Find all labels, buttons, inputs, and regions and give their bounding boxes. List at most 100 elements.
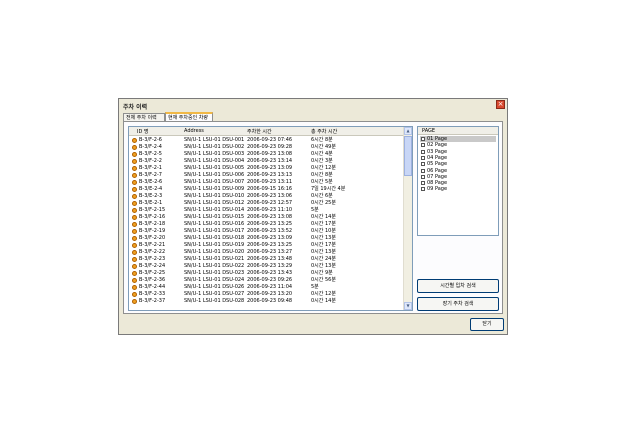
page-item-label: 07 Page (427, 173, 448, 180)
page-item-label: 03 Page (427, 148, 448, 155)
column-header-parked-time[interactable]: 주차한 시간 (247, 128, 272, 135)
page-item[interactable]: 09 Page (420, 186, 496, 192)
cell-id: B-3/F-2-37 (139, 298, 166, 304)
title-bar[interactable]: 주차 이력 × (119, 99, 507, 111)
column-header-id[interactable]: ID 명 (137, 128, 149, 135)
cell-id: B-3/F-2-23 (139, 256, 166, 262)
table-row[interactable]: B-3/F-2-20 SN/U-1 LSU-01 DSU-018 2006-09-2… (129, 235, 405, 242)
cell-parked-time: 2006-09-23 13:25 (247, 242, 293, 248)
table-row[interactable]: B-3/E-2-3 SN/U-1 LSU-01 DSU-010 2006-09-23… (129, 193, 405, 200)
car-icon (132, 208, 137, 213)
cell-address: SN/U-1 LSU-01 DSU-026 (184, 284, 245, 290)
page-item[interactable]: 03 Page (420, 149, 496, 155)
tab-all-history[interactable]: 전체 주차 이력 (123, 113, 165, 121)
cell-address: SN/U-1 LSU-01 DSU-003 (184, 151, 245, 157)
cell-id: B-3/F-2-21 (139, 242, 166, 248)
page-item[interactable]: 04 Page (420, 155, 496, 161)
parking-list[interactable]: ID 명 Address 주차한 시간 총 주차 시간 B-3/F-2-6 SN/… (128, 126, 413, 311)
close-button[interactable]: 닫기 (470, 318, 504, 331)
car-icon (132, 278, 137, 283)
car-icon (132, 201, 137, 206)
page-list[interactable]: PAGE 01 Page 02 Page 03 Page 04 Page 05 Page… (417, 126, 499, 236)
page-item[interactable]: 07 Page (420, 174, 496, 180)
table-row[interactable]: B-3/F-2-18 SN/U-1 LSU-01 DSU-016 2006-09-2… (129, 221, 405, 228)
page-icon (421, 168, 425, 173)
page-item[interactable]: 05 Page (420, 161, 496, 167)
table-row[interactable]: B-3/F-2-4 SN/U-1 LSU-01 DSU-002 2006-09-23… (129, 144, 405, 151)
cell-address: SN/U-1 LSU-01 DSU-016 (184, 221, 245, 227)
cell-parked-time: 2006-09-23 11:04 (247, 284, 293, 290)
page-item[interactable]: 06 Page (420, 168, 496, 174)
table-row[interactable]: B-3/F-2-21 SN/U-1 LSU-01 DSU-019 2006-09-2… (129, 242, 405, 249)
time-search-button[interactable]: 시간별 입차 검색 (417, 279, 499, 293)
list-header: ID 명 Address 주차한 시간 총 주차 시간 (129, 127, 405, 136)
column-header-address[interactable]: Address (184, 128, 204, 134)
cell-total-time: 0시간 10분 (311, 228, 336, 234)
car-icon (132, 159, 137, 164)
list-scrollbar[interactable]: ▲ ▼ (403, 127, 412, 310)
cell-id: B-3/F-2-24 (139, 263, 166, 269)
table-row[interactable]: B-3/F-2-22 SN/U-1 LSU-01 DSU-020 2006-09-2… (129, 249, 405, 256)
cell-total-time: 0시간 13분 (311, 263, 336, 269)
table-row[interactable]: B-3/F-2-15 SN/U-1 LSU-01 DSU-014 2006-09-2… (129, 207, 405, 214)
cell-address: SN/U-1 LSU-01 DSU-024 (184, 277, 245, 283)
table-row[interactable]: B-3/F-2-5 SN/U-1 LSU-01 DSU-003 2006-09-23… (129, 151, 405, 158)
car-icon (132, 257, 137, 262)
page-item-label: 04 Page (427, 154, 448, 161)
table-row[interactable]: B-3/F-2-23 SN/U-1 LSU-01 DSU-021 2006-09-2… (129, 256, 405, 263)
cell-total-time: 0시간 14분 (311, 214, 336, 220)
car-icon (132, 222, 137, 227)
cell-address: SN/U-1 LSU-01 DSU-007 (184, 179, 245, 185)
table-row[interactable]: B-3/E-2-6 SN/U-1 LSU-01 DSU-007 2006-09-23… (129, 179, 405, 186)
table-row[interactable]: B-3/F-2-25 SN/U-1 LSU-01 DSU-023 2006-09-2… (129, 270, 405, 277)
page-item-label: 01 Page (427, 136, 448, 142)
cell-address: SN/U-1 LSU-01 DSU-023 (184, 270, 245, 276)
table-row[interactable]: B-3/F-2-36 SN/U-1 LSU-01 DSU-024 2006-09-2… (129, 277, 405, 284)
cell-id: B-3/F-2-7 (139, 172, 162, 178)
cell-total-time: 0시간 25분 (311, 200, 336, 206)
car-icon (132, 215, 137, 220)
cell-parked-time: 2006-09-23 11:10 (247, 207, 293, 213)
page-item-label: 02 Page (427, 142, 448, 149)
cell-total-time: 0시간 9분 (311, 270, 333, 276)
table-row[interactable]: B-3/F-2-1 SN/U-1 LSU-01 DSU-005 2006-09-23… (129, 165, 405, 172)
table-row[interactable]: B-3/F-2-7 SN/U-1 LSU-01 DSU-006 2006-09-23… (129, 172, 405, 179)
car-icon (132, 138, 137, 143)
column-header-total-time[interactable]: 총 주차 시간 (311, 128, 337, 135)
car-icon (132, 152, 137, 157)
table-row[interactable]: B-3/F-2-16 SN/U-1 LSU-01 DSU-015 2006-09-2… (129, 214, 405, 221)
scroll-down-icon[interactable]: ▼ (404, 302, 412, 310)
cell-parked-time: 2006-09-23 13:25 (247, 221, 293, 227)
parking-history-window: 주차 이력 × 전체 주차 이력 현재 주차중인 차량 ID 명 Address… (118, 98, 508, 335)
car-icon (132, 180, 137, 185)
close-icon[interactable]: × (496, 100, 505, 109)
table-row[interactable]: B-3/F-2-19 SN/U-1 LSU-01 DSU-017 2006-09-2… (129, 228, 405, 235)
table-row[interactable]: B-3/E-2-4 SN/U-1 LSU-01 DSU-009 2006-09-15… (129, 186, 405, 193)
cell-total-time: 0시간 14분 (311, 298, 336, 304)
cell-id: B-3/F-2-5 (139, 151, 162, 157)
long-term-search-button[interactable]: 장기 주차 검색 (417, 297, 499, 311)
page-item[interactable]: 01 Page (420, 136, 496, 142)
car-icon (132, 145, 137, 150)
page-item-label: 09 Page (427, 186, 448, 193)
table-row[interactable]: B-3/F-2-24 SN/U-1 LSU-01 DSU-022 2006-09-2… (129, 263, 405, 270)
scroll-up-icon[interactable]: ▲ (404, 127, 412, 135)
table-row[interactable]: B-3/F-2-6 SN/U-1 LSU-01 DSU-001 2006-09-23… (129, 137, 405, 144)
page-item[interactable]: 02 Page (420, 142, 496, 148)
table-row[interactable]: B-3/F-2-33 SN/U-1 LSU-01 DSU-027 2006-09-2… (129, 291, 405, 298)
table-row[interactable]: B-3/E-2-1 SN/U-1 LSU-01 DSU-012 2006-09-23… (129, 200, 405, 207)
car-icon (132, 166, 137, 171)
table-row[interactable]: B-3/F-2-44 SN/U-1 LSU-01 DSU-026 2006-09-2… (129, 284, 405, 291)
cell-address: SN/U-1 LSU-01 DSU-018 (184, 235, 245, 241)
table-row[interactable]: B-3/F-2-2 SN/U-1 LSU-01 DSU-004 2006-09-23… (129, 158, 405, 165)
cell-id: B-3/F-2-16 (139, 214, 166, 220)
cell-total-time: 7일 19시간 4분 (311, 186, 346, 192)
page-list-header: PAGE (418, 127, 498, 135)
car-icon (132, 236, 137, 241)
cell-id: B-3/F-2-1 (139, 165, 162, 171)
table-row[interactable]: B-3/F-2-37 SN/U-1 LSU-01 DSU-028 2006-09-2… (129, 298, 405, 305)
scroll-thumb[interactable] (404, 136, 412, 176)
cell-total-time: 0시간 17분 (311, 242, 336, 248)
cell-id: B-3/E-2-4 (139, 186, 163, 192)
page-item[interactable]: 08 Page (420, 180, 496, 186)
